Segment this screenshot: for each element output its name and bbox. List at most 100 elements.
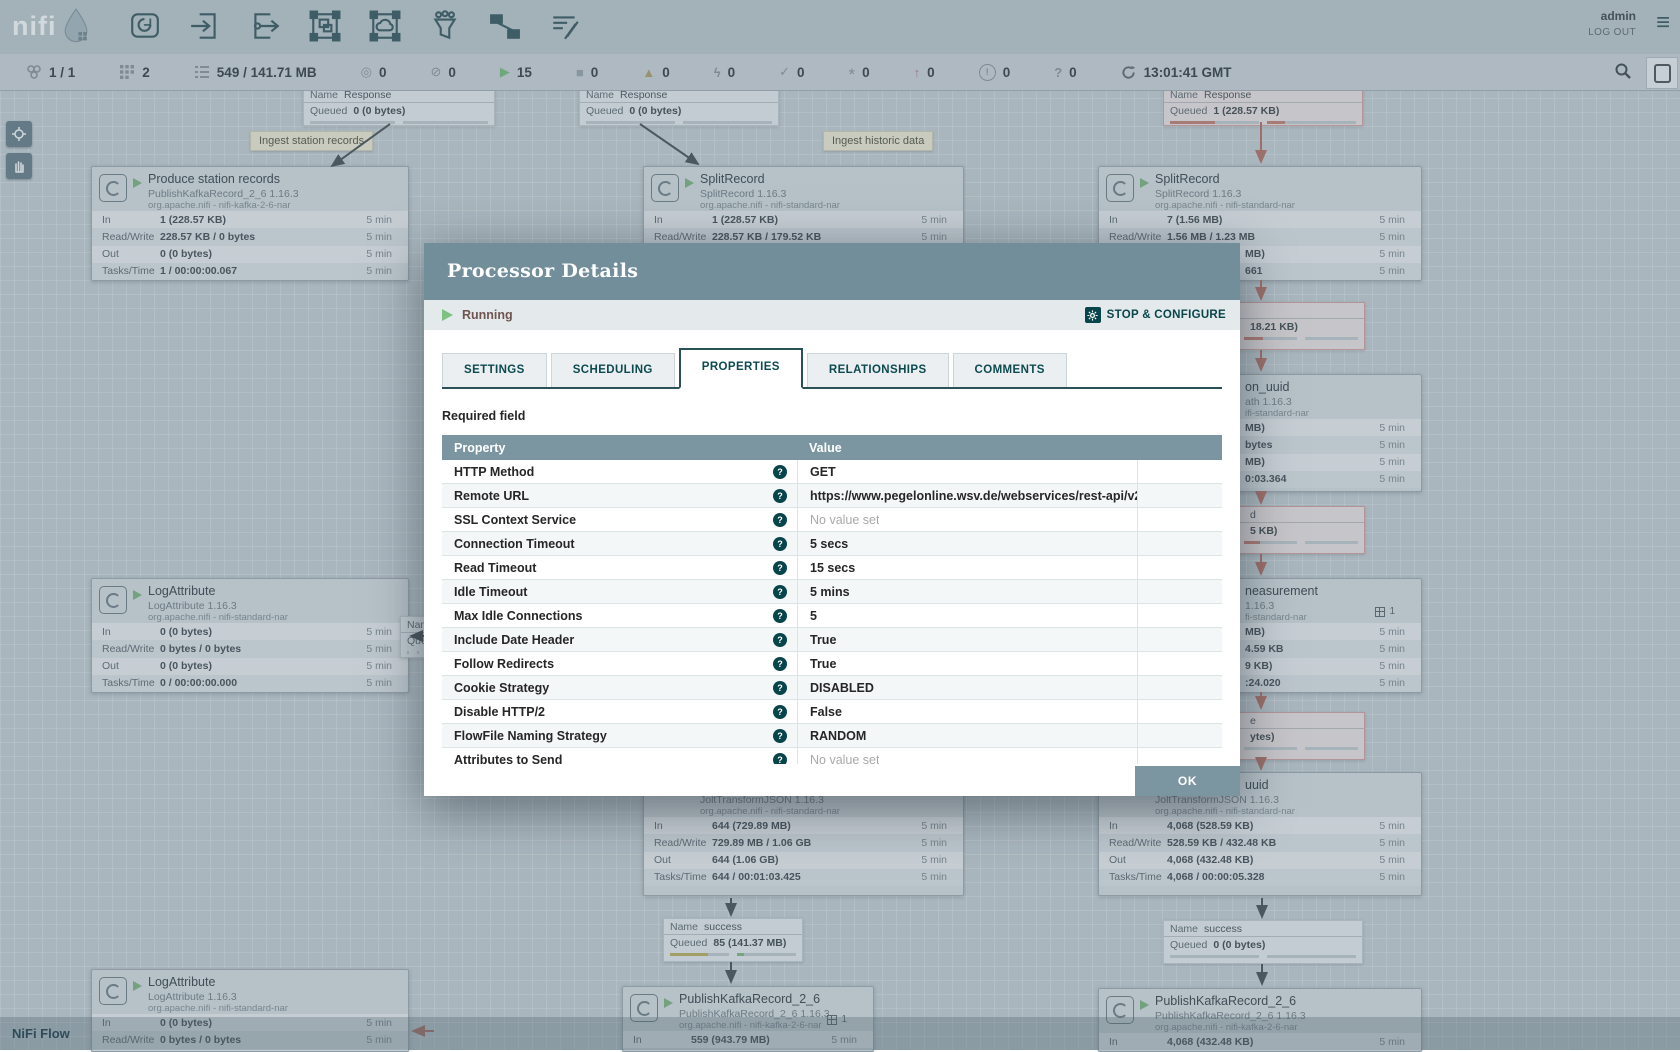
property-name: Max Idle Connections <box>454 609 583 623</box>
processor-name: SplitRecord <box>700 172 765 186</box>
panel-toggle-button[interactable] <box>1646 57 1678 89</box>
property-row[interactable]: Max Idle Connections?5 <box>442 604 1222 628</box>
property-row[interactable]: Cookie Strategy?DISABLED <box>442 676 1222 700</box>
processor-type: LogAttribute 1.16.3 <box>148 600 237 612</box>
status-transmitting: ◎0 <box>361 64 387 80</box>
property-row[interactable]: FlowFile Naming Strategy?RANDOM <box>442 724 1222 748</box>
processor-name: PublishKafkaRecord_2_6 <box>679 992 820 1006</box>
connection-label[interactable]: NamesuccessQueued0 (0 bytes) <box>1163 920 1363 964</box>
processor-name: on_uuid <box>1245 380 1290 394</box>
status-not-transmitting: ⊘0 <box>430 64 455 80</box>
ok-button[interactable]: OK <box>1135 766 1240 796</box>
processor-icon[interactable] <box>128 9 162 43</box>
property-name: Read Timeout <box>454 561 536 575</box>
tab-relationships[interactable]: RELATIONSHIPS <box>807 353 949 387</box>
template-icon[interactable] <box>488 9 522 43</box>
logout-link[interactable]: LOG OUT <box>1588 27 1636 38</box>
property-row[interactable]: SSL Context Service?No value set <box>442 508 1222 532</box>
processor-name: uuid <box>1245 778 1269 792</box>
dialog-status-bar: Running STOP & CONFIGURE <box>424 300 1240 330</box>
property-name: Include Date Header <box>454 633 574 647</box>
processor-bundle: org.apache.nifi - nifi-standard-nar <box>700 200 840 211</box>
label-icon[interactable] <box>548 9 582 43</box>
nifi-logo-text: nifi <box>12 11 57 42</box>
property-row[interactable]: Idle Timeout?5 mins <box>442 580 1222 604</box>
processor-bundle: org.apache.nifi - nifi-standard-nar <box>1155 200 1295 211</box>
processor-name: Produce station records <box>148 172 280 186</box>
tab-settings[interactable]: SETTINGS <box>442 353 547 387</box>
birdseye-button[interactable] <box>6 121 32 147</box>
connection-label[interactable]: 18.21 KB) <box>1237 302 1365 350</box>
help-icon[interactable]: ? <box>773 537 787 551</box>
property-column-header: Property <box>442 441 797 455</box>
refresh-status[interactable]: 13:01:41 GMT <box>1121 65 1232 80</box>
input-port-icon[interactable] <box>188 9 222 43</box>
help-icon[interactable]: ? <box>773 585 787 599</box>
connection-label[interactable]: NameResponseQueued0 (0 bytes) <box>579 86 779 126</box>
property-name: FlowFile Naming Strategy <box>454 729 607 743</box>
tab-comments[interactable]: COMMENTS <box>953 353 1067 387</box>
search-icon <box>1614 62 1632 80</box>
connection-label[interactable]: d5 KB) <box>1237 506 1365 554</box>
tab-properties[interactable]: PROPERTIES <box>679 348 803 389</box>
process-group-icon[interactable] <box>308 9 342 43</box>
help-icon[interactable]: ? <box>773 465 787 479</box>
crosshair-icon <box>12 127 26 141</box>
breadcrumb-root[interactable]: NiFi Flow <box>12 1026 70 1041</box>
help-icon[interactable]: ? <box>773 681 787 695</box>
funnel-icon[interactable] <box>428 9 462 43</box>
property-value: 5 mins <box>810 585 850 599</box>
processor-bundle: org.apache.nifi - nifi-standard-nar <box>148 1003 288 1014</box>
processor-type-icon <box>99 586 127 614</box>
property-row[interactable]: Attributes to Send?No value set <box>442 748 1222 764</box>
component-toolbar <box>128 9 582 43</box>
canvas-label[interactable]: Ingest station records <box>250 131 373 151</box>
property-row[interactable]: Include Date Header? True <box>442 628 1222 652</box>
property-row[interactable]: Disable HTTP/2?False <box>442 700 1222 724</box>
help-icon[interactable]: ? <box>773 609 787 623</box>
output-port-icon[interactable] <box>248 9 282 43</box>
property-value: 5 secs <box>810 537 848 551</box>
running-icon <box>664 998 673 1008</box>
property-row[interactable]: Follow Redirects?True <box>442 652 1222 676</box>
pan-hand-button[interactable] <box>6 153 32 179</box>
refresh-icon[interactable] <box>1121 65 1136 80</box>
search-button[interactable] <box>1614 62 1632 80</box>
processor-bundle: org.apache.nifi - nifi-standard-nar <box>1155 806 1295 817</box>
property-row[interactable]: Remote URL?https://www.pegelonline.wsv.d… <box>442 484 1222 508</box>
connection-label[interactable]: eytes) <box>1237 712 1365 760</box>
running-icon <box>1140 178 1149 188</box>
connection-label[interactable]: NameResponseQueued0 (0 bytes) <box>303 86 495 126</box>
help-icon[interactable]: ? <box>773 753 787 765</box>
remote-process-group-icon[interactable] <box>368 9 402 43</box>
connection-label[interactable]: NameResponseQueued <box>400 616 426 658</box>
processor[interactable]: LogAttributeLogAttribute 1.16.3org.apach… <box>91 578 409 693</box>
help-icon[interactable]: ? <box>773 513 787 527</box>
property-row[interactable]: HTTP Method?GET <box>442 460 1222 484</box>
processor-type: PublishKafkaRecord_2_6 1.16.3 <box>148 188 299 200</box>
status-thread-grid: 2 <box>119 64 150 80</box>
dialog-header: Processor Details <box>424 243 1240 300</box>
connection-label[interactable]: NameResponseQueued1 (228.57 KB) <box>1163 86 1363 126</box>
property-name: SSL Context Service <box>454 513 576 527</box>
help-icon[interactable]: ? <box>773 729 787 743</box>
processor-name: LogAttribute <box>148 975 215 989</box>
connection-label[interactable]: NamesuccessQueued85 (141.37 MB) <box>663 918 803 962</box>
canvas-label[interactable]: Ingest historic data <box>823 131 933 151</box>
property-value: True <box>810 633 836 647</box>
nifi-drop-icon <box>61 8 91 44</box>
processor[interactable]: Produce station records PublishKafkaRecor… <box>91 166 409 281</box>
global-menu-icon[interactable]: ≡ <box>1656 10 1670 36</box>
help-icon[interactable]: ? <box>773 633 787 647</box>
property-row[interactable]: Read Timeout?15 secs <box>442 556 1222 580</box>
help-icon[interactable]: ? <box>773 561 787 575</box>
help-icon[interactable]: ? <box>773 705 787 719</box>
status-disabled: ϟ0 <box>714 65 735 80</box>
breadcrumb[interactable]: NiFi Flow <box>0 1017 1680 1050</box>
help-icon[interactable]: ? <box>773 489 787 503</box>
tab-scheduling[interactable]: SCHEDULING <box>551 353 675 387</box>
help-icon[interactable]: ? <box>773 657 787 671</box>
stop-and-configure-button[interactable]: STOP & CONFIGURE <box>1085 307 1226 323</box>
property-row[interactable]: Connection Timeout?5 secs <box>442 532 1222 556</box>
status-cluster: 1 / 1 <box>26 64 75 80</box>
